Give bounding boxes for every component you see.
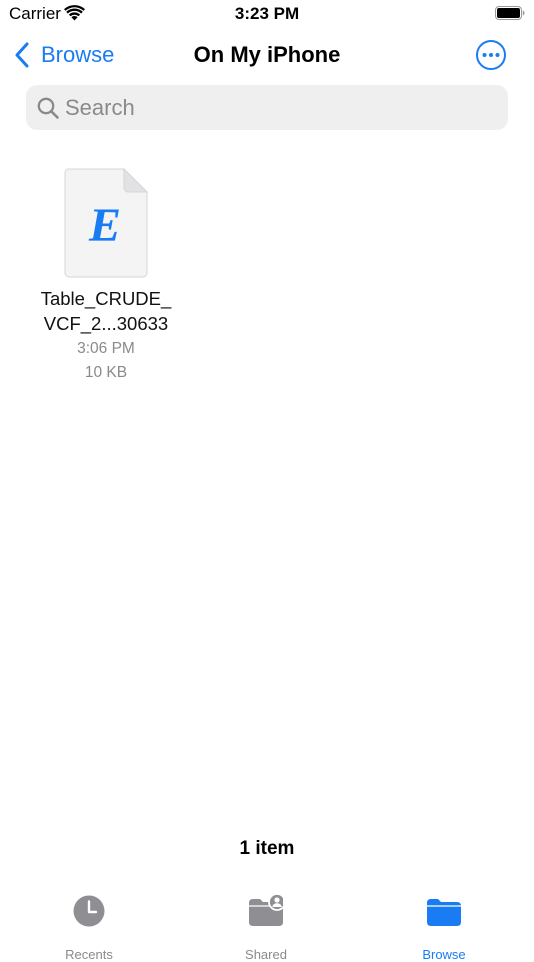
tab-recents[interactable]: Recents [29,894,149,962]
tab-browse-label: Browse [422,947,466,962]
file-name: Table_CRUDE_ VCF_2...30633 [36,286,176,336]
search-input[interactable]: Search [26,85,508,130]
page-title: On My iPhone [193,42,341,67]
file-modified-time: 3:06 PM [77,340,135,357]
tab-shared-label: Shared [245,947,287,962]
file-name-line-2: VCF_2...30633 [43,313,169,334]
document-thumbnail-icon: E [64,168,148,278]
status-time: 3:23 PM [234,4,300,23]
tab-browse[interactable]: Browse [384,894,504,962]
tab-shared[interactable]: Shared [206,894,326,962]
folder-icon [427,899,461,926]
file-size: 10 KB [84,364,128,381]
file-name-line-1: Table_CRUDE_ [40,288,172,309]
shared-folder-icon [249,894,283,926]
item-count: 1 item [239,838,295,859]
search-placeholder: Search [65,94,135,120]
battery-icon [495,6,525,20]
clock-icon [73,895,105,927]
search-icon [37,97,59,119]
thumbnail-letter: E [88,199,121,252]
tab-bar: Recents Shared Browse [0,880,534,962]
navigation-bar: Browse On My iPhone [0,30,534,80]
status-bar: Carrier 3:23 PM [0,0,534,30]
more-options-icon[interactable] [475,39,507,71]
tab-recents-label: Recents [65,947,113,962]
